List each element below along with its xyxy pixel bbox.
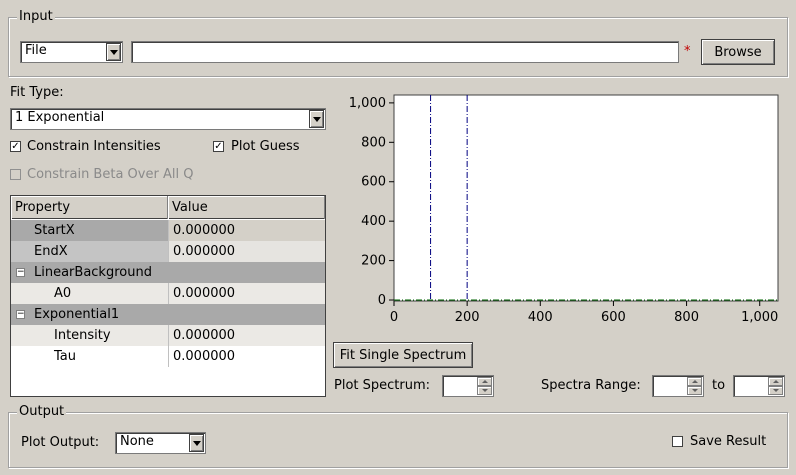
fit-type-combo[interactable]: 1 Exponential [10,108,326,130]
fit-type-label: Fit Type: [10,85,64,100]
property-value[interactable]: 0.000000 [168,346,325,367]
plot-spectrum-label: Plot Spectrum: [334,378,431,393]
browse-button[interactable]: Browse [701,39,775,65]
constrain-intensities-label: Constrain Intensities [27,139,161,154]
fit-type-value: 1 Exponential [15,110,105,125]
constrain-intensities-checkbox[interactable]: ✓ [10,141,21,152]
spin-up-icon[interactable] [687,377,702,386]
required-marker: * [684,44,691,59]
y-tick-label: 1,000 [349,96,386,111]
input-source-combo[interactable]: File [20,41,123,63]
plot-output-combo[interactable]: None [115,432,206,454]
header-property[interactable]: Property [11,196,168,219]
input-group-title: Input [17,9,55,24]
property-value[interactable]: 0.000000 [168,283,325,304]
property-name: A0 [54,286,72,301]
spin-up-icon[interactable] [477,377,492,386]
header-value[interactable]: Value [168,196,325,219]
y-tick-label: 0 [378,293,386,308]
plot-guess-label: Plot Guess [231,139,300,154]
property-row-intensity[interactable]: Intensity 0.000000 [11,325,325,346]
chevron-down-icon [106,43,121,61]
property-name: Tau [54,349,76,364]
plot-guess-checkbox[interactable]: ✓ [213,141,224,152]
collapse-icon[interactable]: − [16,310,25,319]
x-tick-label: 800 [674,310,699,325]
x-tick-label: 200 [455,310,480,325]
x-tick-label: 1,000 [741,310,778,325]
plot-output-value: None [120,434,154,449]
spin-down-icon[interactable] [477,386,492,395]
constrain-beta-label: Constrain Beta Over All Q [27,167,194,182]
plot-area [393,94,779,302]
property-name: EndX [34,244,68,259]
y-tick-label: 600 [361,175,386,190]
property-row-startx[interactable]: StartX 0.000000 [11,220,325,241]
file-path-input[interactable] [131,41,679,63]
output-group-title: Output [17,404,67,419]
constrain-beta-checkbox[interactable] [10,169,21,180]
property-tree-header: Property Value [11,196,325,219]
fit-single-spectrum-button[interactable]: Fit Single Spectrum [333,342,473,368]
property-name: Intensity [54,328,111,343]
spin-up-icon[interactable] [768,377,783,386]
y-tick-label: 800 [361,135,386,150]
plot-output-label: Plot Output: [21,435,100,450]
y-tick-label: 400 [361,214,386,229]
spectra-range-from-spinbox[interactable] [652,375,704,397]
property-name: Exponential1 [34,307,120,322]
property-name: LinearBackground [34,265,152,280]
property-tree[interactable]: Property Value StartX 0.000000 EndX 0.00… [10,195,326,397]
property-row-tau[interactable]: Tau 0.000000 [11,346,325,367]
property-row-endx[interactable]: EndX 0.000000 [11,241,325,262]
property-value[interactable]: 0.000000 [168,220,325,241]
to-label: to [712,378,726,393]
save-result-checkbox[interactable] [672,436,683,447]
x-tick-label: 0 [390,310,398,325]
collapse-icon[interactable]: − [16,268,25,277]
fit-preview-chart[interactable]: 0 200 400 600 800 1,000 0 200 400 600 800 1,000 [333,86,783,326]
spectra-range-label: Spectra Range: [541,378,641,393]
x-tick-label: 600 [601,310,626,325]
spin-down-icon[interactable] [768,386,783,395]
property-row-a0[interactable]: A0 0.000000 [11,283,325,304]
save-result-label: Save Result [690,434,767,449]
spin-down-icon[interactable] [687,386,702,395]
x-tick-label: 400 [528,310,553,325]
spectra-range-to-spinbox[interactable] [733,375,785,397]
property-value[interactable]: 0.000000 [168,325,325,346]
property-row-linearbackground[interactable]: − LinearBackground [11,262,325,283]
property-value[interactable]: 0.000000 [168,241,325,262]
chevron-down-icon [189,434,204,452]
y-tick-label: 200 [361,254,386,269]
input-source-value: File [25,43,47,58]
property-name: StartX [34,223,75,238]
plot-spectrum-spinbox[interactable] [442,375,494,397]
property-row-exponential1[interactable]: − Exponential1 [11,304,325,325]
chevron-down-icon [309,110,324,128]
